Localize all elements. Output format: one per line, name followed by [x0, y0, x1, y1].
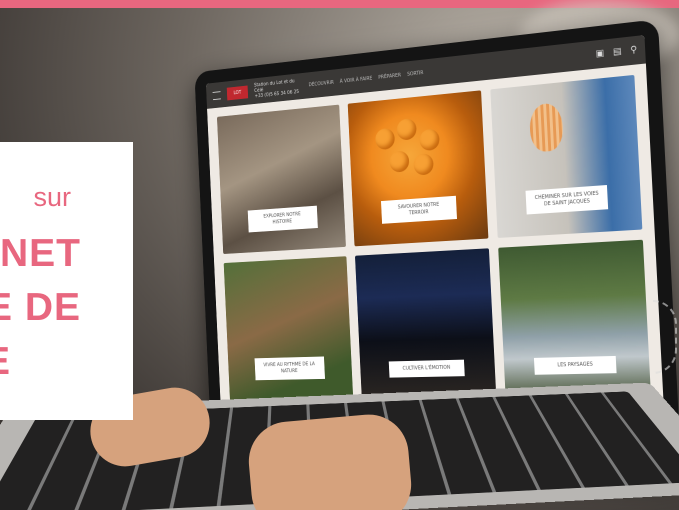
tile-terroir[interactable]: SAVOURER NOTRE TERROIR [347, 90, 489, 247]
brochure-icon[interactable]: ▣ [595, 49, 604, 60]
tile-caption: VIVRE AU RYTHME DE LA NATURE [254, 356, 325, 381]
promo-text-card: sur NET E DE E [0, 142, 133, 420]
tile-paysages[interactable]: LES PAYSAGES [497, 239, 651, 398]
site-brand: Station du Lot et du Célé +33 (0)5 65 34… [254, 78, 302, 100]
menu-item-sortir[interactable]: SORTIR [407, 70, 424, 77]
scallop-shell [528, 102, 564, 153]
tile-caption: EXPLORER NOTRE HISTOIRE [247, 205, 318, 233]
tile-caption: SAVOURER NOTRE TERROIR [380, 195, 457, 224]
apricot [419, 128, 441, 152]
tile-caption: CHEMINER SUR LES VOIES DE SAINT JACQUES [525, 184, 609, 215]
site-logo[interactable]: LOT [226, 85, 249, 101]
tile-caption: LES PAYSAGES [534, 355, 617, 375]
promo-line-2: E DE [0, 286, 81, 329]
nav-icons: ▣ ▤ ⚲ [595, 45, 637, 60]
tile-histoire[interactable]: EXPLORER NOTRE HISTOIRE [216, 104, 347, 255]
website-screen: LOT Station du Lot et du Célé +33 (0)5 6… [205, 35, 666, 445]
menu-item-preparer[interactable]: PRÉPARER [378, 73, 401, 81]
tile-caption: CULTIVER L'ÉMOTION [388, 359, 465, 378]
promo-line-1: NET [0, 232, 81, 275]
apricot [389, 150, 410, 173]
hamburger-icon[interactable] [212, 90, 221, 100]
right-hand [245, 411, 415, 510]
apricot [375, 127, 396, 151]
photo-scene: LOT Station du Lot et du Célé +33 (0)5 6… [0, 0, 679, 510]
promo-line-3: E [0, 340, 11, 384]
tile-emotion[interactable]: CULTIVER L'ÉMOTION [355, 248, 496, 399]
menu-item-a-voir[interactable]: À VOIR À FAIRE [340, 76, 373, 85]
apricot [413, 153, 435, 176]
tile-nature[interactable]: VIVRE AU RYTHME DE LA NATURE [223, 256, 354, 401]
promo-sur: sur [33, 182, 71, 212]
apricot [396, 117, 418, 141]
favorites-icon[interactable]: ▤ [613, 47, 622, 58]
tile-saint-jacques[interactable]: CHEMINER SUR LES VOIES DE SAINT JACQUES [489, 74, 643, 238]
search-icon[interactable]: ⚲ [630, 45, 637, 56]
menu-item-decouvrir[interactable]: DÉCOUVRIR [308, 80, 333, 88]
tile-grid: EXPLORER NOTRE HISTOIRE SAVOURER NOTRE T… [207, 63, 664, 409]
